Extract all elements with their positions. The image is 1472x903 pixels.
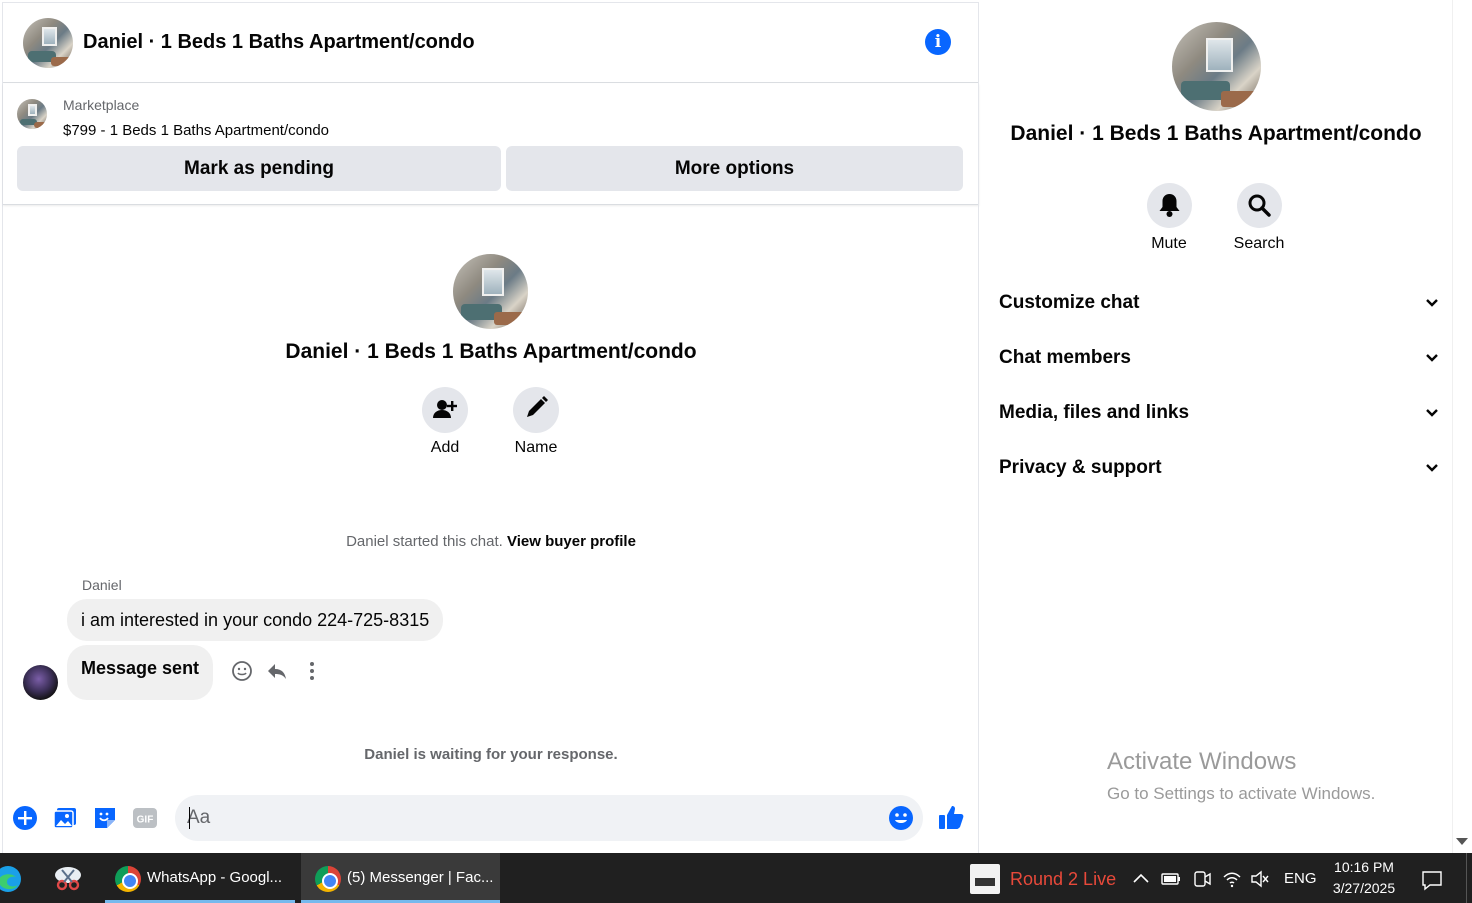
chat-header: Daniel · 1 Beds 1 Baths Apartment/condo … [3, 3, 979, 83]
view-buyer-profile-link[interactable]: View buyer profile [507, 533, 636, 550]
section-label: Privacy & support [999, 457, 1162, 478]
text-caret [189, 807, 190, 829]
chevron-down-icon [1426, 409, 1438, 417]
battery-icon[interactable] [1161, 869, 1181, 889]
app-window: Daniel · 1 Beds 1 Baths Apartment/condo … [0, 0, 1472, 903]
sticker-icon[interactable] [92, 805, 118, 831]
more-dots-icon[interactable] [301, 660, 323, 682]
clock-time: 10:16 PM [1334, 859, 1394, 875]
taskbar-app-messenger[interactable]: (5) Messenger | Fac... [301, 853, 500, 903]
chat-panel: Daniel · 1 Beds 1 Baths Apartment/condo … [2, 2, 979, 853]
volume-muted-icon[interactable] [1250, 869, 1270, 889]
info-icon[interactable]: i [925, 29, 951, 55]
chrome-icon [115, 866, 141, 892]
watermark-subtitle: Go to Settings to activate Windows. [1107, 784, 1376, 803]
gif-icon[interactable]: GIF [132, 805, 158, 831]
add-people-button[interactable] [422, 387, 468, 433]
mark-as-pending-button[interactable]: Mark as pending [17, 146, 501, 191]
marketplace-banner: Marketplace $799 - 1 Beds 1 Baths Apartm… [3, 84, 979, 205]
live-label[interactable]: Round 2 Live [1010, 853, 1116, 903]
search-label: Search [1233, 235, 1285, 252]
section-label: Chat members [999, 347, 1131, 368]
notification-icon[interactable] [1421, 869, 1443, 891]
sender-avatar[interactable] [23, 665, 58, 700]
profile-name: Daniel · 1 Beds 1 Baths Apartment/condo [285, 340, 697, 363]
thumbs-up-icon[interactable] [937, 803, 965, 831]
message-bubble[interactable]: i am interested in your condo 224-725-83… [67, 599, 444, 641]
chat-info-panel: Daniel · 1 Beds 1 Baths Apartment/condo … [978, 2, 1452, 853]
chat-started-notice: Daniel started this chat. View buyer pro… [3, 533, 979, 550]
react-emoji-icon[interactable] [231, 660, 253, 682]
mute-button[interactable] [1147, 183, 1192, 228]
clock[interactable]: 10:16 PM 3/27/2025 [1322, 857, 1406, 899]
section-label: Media, files and links [999, 402, 1190, 423]
chevron-down-icon [1426, 299, 1438, 307]
profile-avatar[interactable] [453, 254, 528, 329]
show-desktop-divider[interactable] [1466, 853, 1467, 903]
scroll-down-arrow-icon[interactable] [1456, 838, 1468, 845]
search-button[interactable] [1237, 183, 1282, 228]
chevron-down-icon [1426, 354, 1438, 362]
reply-icon[interactable] [266, 660, 288, 682]
edit-name-button[interactable] [513, 387, 559, 433]
chevron-down-icon [1426, 464, 1438, 472]
search-icon [1248, 194, 1271, 217]
meet-icon[interactable] [1192, 869, 1212, 889]
pencil-icon [527, 396, 548, 417]
marketplace-label: Marketplace [63, 97, 140, 113]
name-label: Name [514, 439, 558, 456]
bell-icon [1159, 194, 1180, 217]
listing-title[interactable]: $799 - 1 Beds 1 Baths Apartment/condo [63, 122, 329, 139]
snipping-tool-icon[interactable] [52, 863, 84, 893]
chat-avatar[interactable] [23, 18, 73, 68]
add-label: Add [430, 439, 460, 456]
taskbar-app-label: WhatsApp - Googl... [147, 869, 283, 886]
side-avatar[interactable] [1172, 22, 1261, 111]
section-media-files-links[interactable]: Media, files and links [999, 394, 1439, 434]
wifi-icon[interactable] [1222, 869, 1242, 889]
message-bubble[interactable]: Message sent [67, 645, 214, 700]
scrollbar[interactable] [1452, 0, 1472, 853]
section-chat-members[interactable]: Chat members [999, 339, 1439, 379]
section-customize-chat[interactable]: Customize chat [999, 284, 1439, 324]
edge-icon[interactable] [0, 865, 22, 893]
mute-label: Mute [1151, 235, 1187, 252]
activate-windows-watermark: Activate Windows Go to Settings to activ… [1107, 748, 1375, 804]
photo-icon[interactable] [52, 805, 78, 831]
side-name: Daniel · 1 Beds 1 Baths Apartment/condo [1010, 122, 1422, 145]
chat-started-text: Daniel started this chat. [346, 533, 503, 550]
taskbar-app-whatsapp[interactable]: WhatsApp - Googl... [105, 853, 295, 903]
taskbar-app-label: (5) Messenger | Fac... [347, 869, 494, 886]
chrome-icon [315, 866, 341, 892]
section-privacy-support[interactable]: Privacy & support [999, 449, 1439, 489]
watermark-title: Activate Windows [1107, 748, 1297, 775]
clock-date: 3/27/2025 [1332, 880, 1396, 896]
emoji-icon[interactable] [888, 805, 914, 831]
live-event-icon[interactable] [970, 864, 1000, 894]
plus-icon[interactable] [12, 805, 38, 831]
section-label: Customize chat [999, 292, 1140, 313]
svg-text:GIF: GIF [137, 815, 154, 826]
chat-title[interactable]: Daniel · 1 Beds 1 Baths Apartment/condo [83, 31, 475, 54]
waiting-notice: Daniel is waiting for your response. [364, 746, 618, 763]
taskbar: WhatsApp - Googl... (5) Messenger | Fac.… [0, 853, 1472, 903]
sender-name: Daniel [82, 577, 122, 593]
add-person-icon [433, 400, 457, 418]
message-input[interactable] [187, 803, 867, 833]
more-options-button[interactable]: More options [506, 146, 963, 191]
message-composer[interactable] [175, 795, 923, 841]
language-indicator[interactable]: ENG [1284, 870, 1317, 887]
chevron-up-icon[interactable] [1131, 869, 1151, 889]
listing-thumbnail[interactable] [17, 99, 47, 129]
